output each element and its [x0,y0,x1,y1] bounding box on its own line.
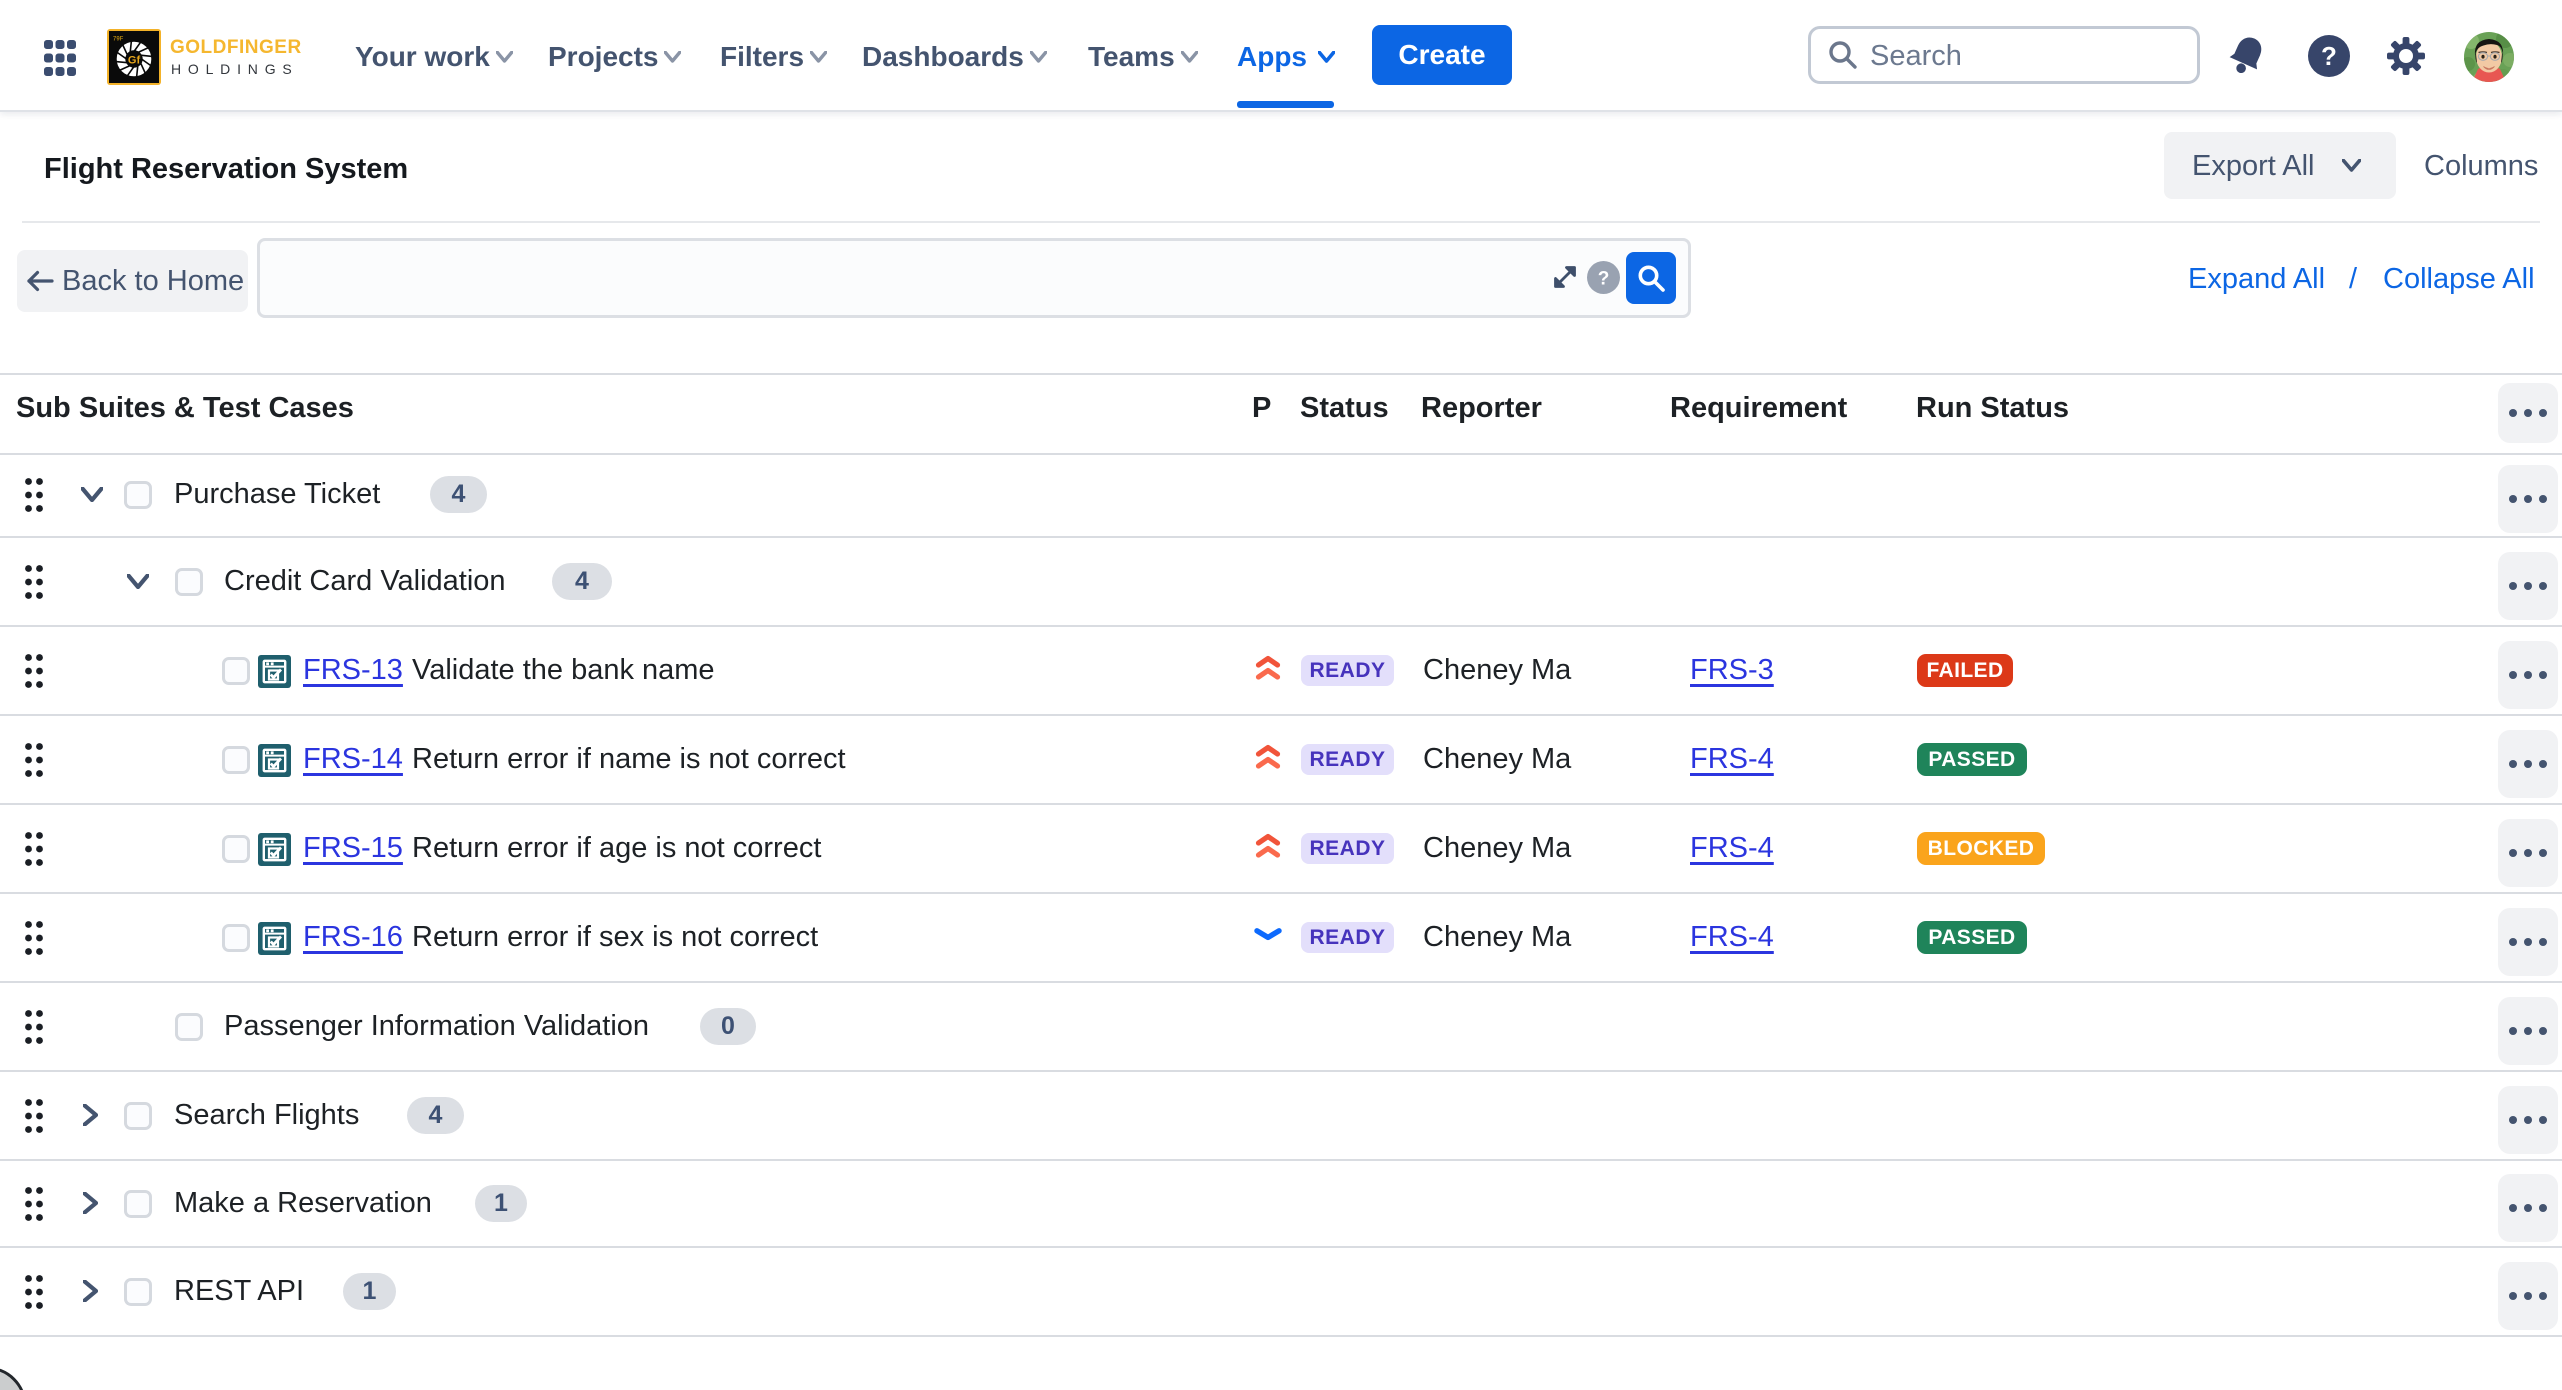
svg-text:79F: 79F [113,37,124,43]
svg-text:Gf: Gf [128,55,141,67]
svg-text:?: ? [2321,41,2337,71]
svg-text:?: ? [1598,269,1610,290]
